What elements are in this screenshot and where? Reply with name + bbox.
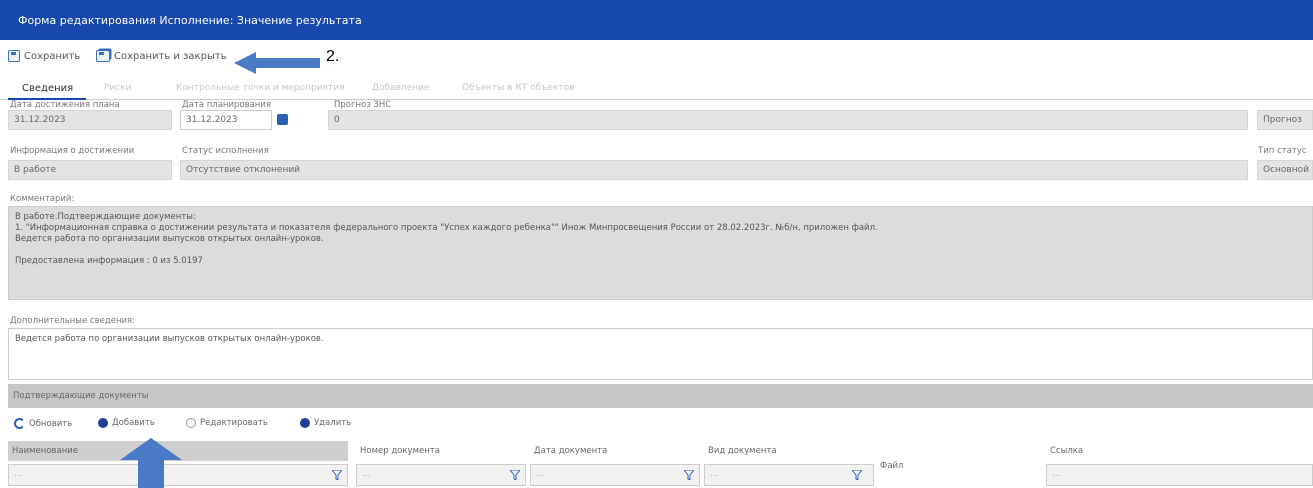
filter-funnel-icon[interactable]	[332, 470, 342, 480]
save-button-label: Сохранить	[24, 50, 81, 62]
comment-textarea[interactable]: В работе.Подтверждающие документы: 1. "И…	[8, 206, 1313, 300]
column-header-file[interactable]: Файл	[876, 456, 936, 476]
achievement-info-field[interactable]: В работе	[8, 160, 172, 180]
save-and-close-label: Сохранить и закрыть	[114, 50, 227, 62]
documents-section-header: Подтверждающие документы	[8, 384, 1313, 408]
save-close-icon	[96, 50, 110, 62]
filter-doc-type-input[interactable]: ...	[704, 464, 874, 486]
refresh-icon	[14, 418, 25, 429]
additional-info-textarea[interactable]: Ведется работа по организации выпусков о…	[8, 328, 1313, 380]
filter-funnel-icon[interactable]	[684, 470, 694, 480]
filter-funnel-icon[interactable]	[852, 470, 862, 480]
filter-doc-date-input[interactable]: ...	[530, 464, 700, 486]
comment-line: В работе.Подтверждающие документы:	[15, 212, 196, 222]
forecast-field[interactable]: 0	[328, 110, 1248, 130]
status-type-label: Тип статус	[1258, 146, 1307, 156]
delete-label: Удалить	[314, 418, 352, 428]
annotation-arrow-left	[234, 52, 320, 74]
status-type-field[interactable]: Основной	[1257, 160, 1313, 180]
tab-additions[interactable]: Добавление	[372, 83, 429, 93]
date-plan-field[interactable]: 31.12.2023	[180, 110, 272, 130]
tab-risks[interactable]: Риски	[104, 83, 132, 93]
tab-details[interactable]: Сведения	[22, 83, 73, 94]
add-button[interactable]: Добавить	[98, 418, 155, 428]
column-header-doc-number[interactable]: Номер документа	[356, 441, 526, 461]
column-header-doc-type[interactable]: Вид документа	[704, 441, 874, 461]
achievement-info-label: Информация о достижении	[10, 146, 135, 156]
add-icon	[98, 418, 108, 428]
delete-button[interactable]: Удалить	[300, 418, 351, 428]
refresh-label: Обновить	[29, 418, 73, 429]
date-plan-label: Дата планирования	[182, 100, 272, 110]
save-and-close-button[interactable]: Сохранить и закрыть	[96, 50, 227, 62]
execution-status-field[interactable]: Отсутствие отклонений	[180, 160, 1248, 180]
calendar-icon[interactable]	[277, 114, 288, 125]
filter-link-input[interactable]: ...	[1046, 464, 1313, 486]
comment-line	[15, 245, 1306, 256]
filter-funnel-icon[interactable]	[510, 470, 520, 480]
forecast-type-field[interactable]: Прогноз	[1257, 110, 1313, 130]
toolbar: Сохранить Сохранить и закрыть	[0, 42, 1313, 70]
delete-icon	[300, 418, 310, 428]
edit-icon	[186, 418, 196, 428]
annotation-arrow-up	[120, 438, 182, 488]
edit-button[interactable]: Редактировать	[186, 418, 268, 428]
column-header-link[interactable]: Ссылка	[1046, 441, 1246, 461]
edit-label: Редактировать	[200, 418, 268, 428]
date-achieved-label: Дата достижения плана	[10, 100, 120, 110]
add-label: Добавить	[112, 418, 155, 428]
window-title-bar: Форма редактирования Исполнение: Значени…	[0, 0, 1313, 40]
column-header-doc-date[interactable]: Дата документа	[530, 441, 700, 461]
forecast-label: Прогноз ЗНС	[334, 100, 392, 110]
annotation-step-label: 2.	[326, 48, 340, 65]
filter-doc-number-input[interactable]: ...	[356, 464, 526, 486]
tab-control-points[interactable]: Контрольные точки и мероприятия	[176, 83, 345, 93]
comment-line: Предоставлена информация : 0 из 5.0197	[15, 256, 203, 266]
tab-bar: Сведения Риски Контрольные точки и мероп…	[0, 78, 1313, 100]
additional-info-label: Дополнительные сведения:	[10, 316, 136, 326]
refresh-button[interactable]: Обновить	[14, 418, 72, 429]
tab-objects[interactable]: Объекты в КТ объектов	[462, 83, 575, 93]
comment-line: Ведется работа по организации выпусков о…	[15, 234, 324, 244]
comment-label: Комментарий:	[10, 194, 75, 204]
execution-status-label: Статус исполнения	[182, 146, 269, 156]
date-achieved-field[interactable]: 31.12.2023	[8, 110, 172, 130]
save-icon	[8, 50, 20, 62]
save-button[interactable]: Сохранить	[8, 50, 80, 62]
window-title: Форма редактирования Исполнение: Значени…	[18, 14, 362, 27]
documents-toolbar: Обновить Добавить Редактировать Удалить	[0, 412, 1313, 434]
comment-line: 1. "Информационная справка о достижении …	[15, 223, 878, 233]
